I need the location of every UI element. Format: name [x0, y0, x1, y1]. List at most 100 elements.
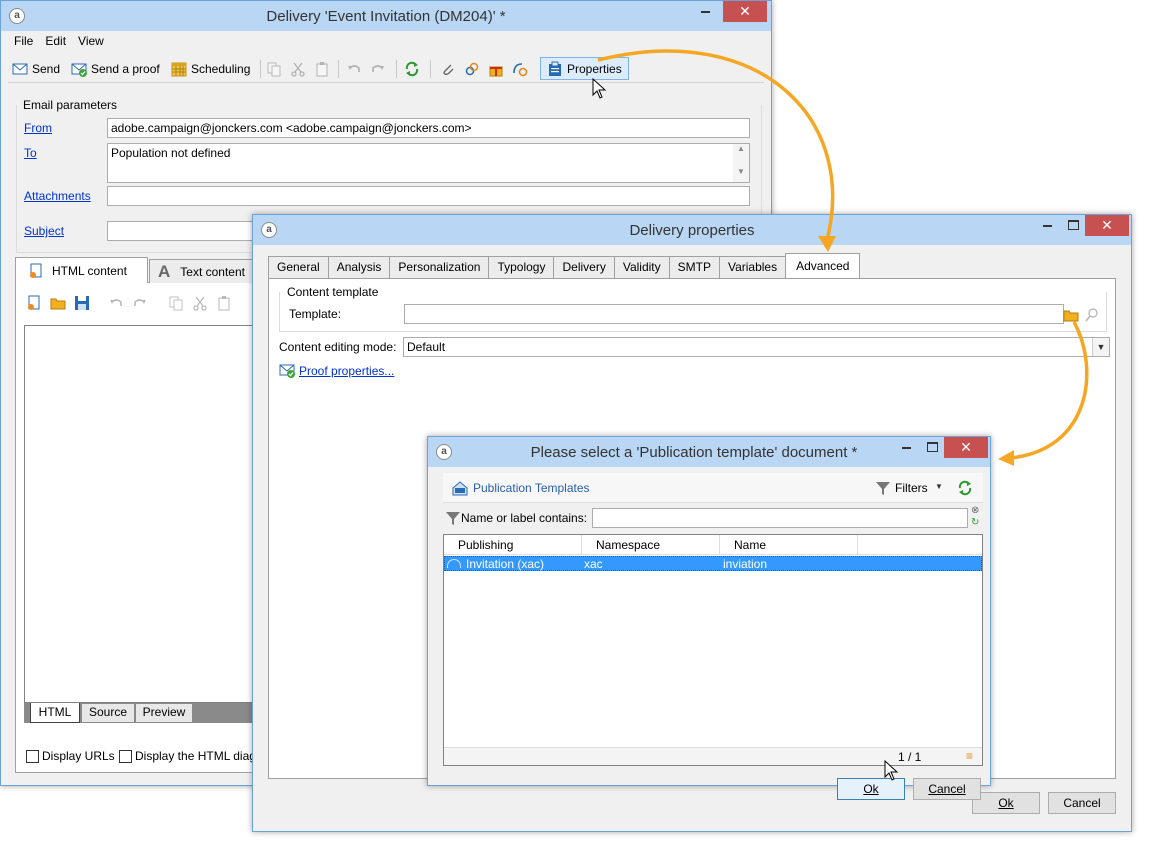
from-link[interactable]: From — [24, 121, 52, 135]
cut-button[interactable] — [290, 58, 306, 80]
menu-file[interactable]: File — [8, 31, 39, 48]
calendar-icon — [171, 61, 187, 77]
menubar: File Edit View — [8, 31, 764, 53]
to-link[interactable]: To — [24, 146, 37, 160]
delivery-toolbar: Send Send a proof Scheduling Properties — [8, 55, 764, 83]
editing-mode-label: Content editing mode: — [279, 340, 397, 354]
paste-button[interactable] — [314, 58, 330, 80]
copy-button[interactable] — [266, 58, 282, 80]
from-field[interactable]: adobe.campaign@jonckers.com <adobe.campa… — [107, 118, 750, 138]
display-urls-checkbox[interactable] — [26, 749, 39, 763]
undo-icon[interactable] — [108, 295, 124, 311]
display-urls-checkbox-row[interactable]: Display URLs — [26, 749, 115, 763]
send-proof-button[interactable]: Send a proof — [71, 58, 160, 80]
send-button[interactable]: Send — [12, 58, 60, 80]
list-header-bar: Publication Templates Filters ▼ — [443, 473, 983, 503]
tab-preview[interactable]: Preview — [136, 704, 192, 722]
templates-table: Publishing Namespace Name Invitation (xa… — [443, 534, 983, 766]
search-refresh-icon[interactable]: ↻ — [971, 517, 979, 528]
scroll-up-icon[interactable]: ▲ — [733, 144, 749, 153]
tab-advanced[interactable]: Advanced — [785, 253, 861, 278]
save-icon[interactable] — [74, 295, 90, 311]
clear-search-icon[interactable]: ⊗ — [971, 505, 979, 516]
redo-icon[interactable] — [132, 295, 148, 311]
attachment-button[interactable] — [440, 58, 456, 80]
column-namespace[interactable]: Namespace — [582, 535, 720, 555]
tab-source[interactable]: Source — [82, 704, 134, 722]
display-urls-label: Display URLs — [42, 749, 115, 763]
scheduling-button[interactable]: Scheduling — [171, 58, 250, 80]
tab-typology[interactable]: Typology — [488, 256, 555, 278]
tab-smtp[interactable]: SMTP — [668, 256, 720, 278]
tab-personalization[interactable]: Personalization — [389, 256, 490, 278]
delivery-titlebar[interactable]: a Delivery 'Event Invitation (DM204)' * … — [1, 1, 771, 31]
link-button[interactable] — [464, 58, 480, 80]
tab-text-content[interactable]: A Text content — [149, 259, 259, 283]
scissors-icon[interactable] — [192, 295, 208, 311]
proof-properties-link[interactable]: Proof properties... — [299, 364, 394, 378]
filters-dropdown-icon[interactable]: ▼ — [935, 482, 943, 491]
copy-icon[interactable] — [168, 295, 184, 311]
clipboard-icon[interactable] — [216, 295, 232, 311]
select-client: Publication Templates Filters ▼ Name or … — [435, 467, 983, 800]
maximize-icon[interactable] — [1059, 215, 1087, 236]
refresh-button[interactable] — [404, 58, 420, 80]
open-folder-icon[interactable] — [50, 295, 66, 311]
display-html-checkbox[interactable] — [119, 749, 132, 763]
search-label: Name or label contains: — [461, 511, 588, 525]
subject-link[interactable]: Subject — [24, 224, 64, 238]
chevron-down-icon[interactable]: ▼ — [1092, 338, 1109, 356]
tab-validity[interactable]: Validity — [613, 256, 670, 278]
tab-delivery[interactable]: Delivery — [553, 256, 615, 278]
toolbar-separator — [338, 60, 339, 78]
template-field[interactable] — [404, 304, 1064, 324]
filters-button[interactable]: Filters — [895, 481, 928, 495]
close-icon[interactable]: ✕ — [944, 437, 988, 458]
display-html-checkbox-row[interactable]: Display the HTML diag — [119, 749, 256, 763]
select-cancel-button[interactable]: Cancel — [913, 778, 981, 800]
new-html-icon[interactable] — [26, 295, 42, 311]
to-field[interactable]: Population not defined — [107, 143, 750, 183]
undo-button[interactable] — [346, 58, 362, 80]
search-input[interactable] — [592, 508, 968, 528]
minimize-icon[interactable] — [1033, 215, 1061, 236]
tab-text-content-label: Text content — [180, 264, 245, 279]
menu-edit[interactable]: Edit — [39, 31, 72, 48]
column-name[interactable]: Name — [720, 535, 858, 555]
menu-view[interactable]: View — [72, 31, 110, 48]
close-icon[interactable]: ✕ — [723, 1, 767, 22]
to-field-scrollbar[interactable]: ▲ ▼ — [733, 144, 749, 182]
column-publishing-label: Publishing — [458, 538, 514, 552]
column-publishing[interactable]: Publishing — [444, 535, 582, 555]
tab-html[interactable]: HTML — [30, 703, 80, 723]
table-row[interactable]: Invitation (xac) xac inviation — [444, 556, 982, 571]
refresh-icon — [404, 61, 420, 77]
list-menu-icon[interactable]: ≡ — [966, 749, 973, 763]
minimize-icon[interactable] — [691, 1, 719, 22]
tab-variables[interactable]: Variables — [718, 256, 787, 278]
properties-tabs: General Analysis Personalization Typolog… — [268, 253, 861, 278]
close-icon[interactable]: ✕ — [1085, 215, 1129, 236]
scroll-down-icon[interactable]: ▼ — [733, 167, 749, 176]
filter-icon[interactable] — [875, 480, 891, 496]
tab-analysis[interactable]: Analysis — [327, 256, 391, 278]
attachments-link[interactable]: Attachments — [24, 189, 91, 203]
mouse-cursor-icon — [592, 78, 607, 99]
magnifier-icon[interactable] — [1084, 307, 1100, 323]
tab-html-content[interactable]: HTML content — [15, 257, 148, 284]
select-titlebar[interactable]: a Please select a 'Publication template'… — [428, 437, 990, 467]
properties-titlebar[interactable]: a Delivery properties ✕ — [253, 215, 1131, 245]
properties-cancel-button[interactable]: Cancel — [1048, 792, 1116, 814]
offer-button[interactable] — [488, 58, 504, 80]
tracking-button[interactable] — [512, 58, 528, 80]
refresh-icon[interactable] — [957, 480, 973, 496]
attachments-field[interactable] — [107, 186, 750, 206]
tab-general[interactable]: General — [268, 256, 329, 278]
editing-mode-select[interactable]: Default — [403, 337, 1110, 357]
properties-ok-button[interactable]: Ok — [972, 792, 1040, 814]
minimize-icon[interactable] — [892, 437, 920, 458]
maximize-icon[interactable] — [918, 437, 946, 458]
properties-button[interactable]: Properties — [540, 57, 629, 80]
folder-icon[interactable] — [1063, 307, 1079, 323]
redo-button[interactable] — [370, 58, 386, 80]
